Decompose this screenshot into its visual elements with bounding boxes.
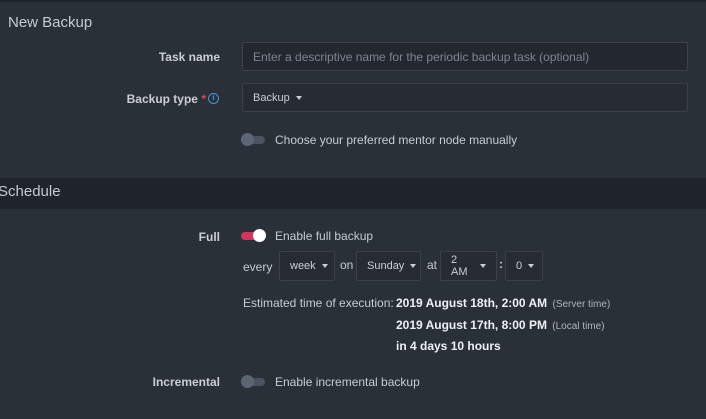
toggle-knob xyxy=(241,375,254,388)
local-time-note: (Local time) xyxy=(552,321,605,332)
incremental-label: Incremental xyxy=(152,375,220,389)
at-text: at xyxy=(427,258,438,272)
backup-type-select[interactable]: Backup xyxy=(242,83,688,112)
toggle-knob xyxy=(241,133,254,146)
local-time-value: 2019 August 17th, 8:00 PM xyxy=(396,318,547,332)
toggle-knob xyxy=(253,229,266,242)
time-separator: : xyxy=(499,257,503,271)
task-name-input[interactable] xyxy=(242,42,688,71)
chevron-down-icon xyxy=(295,95,302,100)
chevron-down-icon xyxy=(321,264,328,268)
chevron-down-icon xyxy=(528,264,535,268)
full-label: Full xyxy=(198,230,220,244)
estimated-local-time: 2019 August 17th, 8:00 PM (Local time) xyxy=(396,318,605,332)
backup-form-page: New Backup Task name Backup type * i Bac… xyxy=(0,0,706,419)
incremental-backup-toggle-label[interactable]: Enable incremental backup xyxy=(275,375,420,389)
section-title-schedule: Schedule xyxy=(0,183,61,200)
required-mark: * xyxy=(201,92,206,106)
hour-select-value: 2 AM xyxy=(451,254,468,278)
every-text: every xyxy=(243,260,273,274)
full-backup-toggle[interactable] xyxy=(241,229,267,243)
on-text: on xyxy=(340,258,354,272)
period-select[interactable]: week xyxy=(279,251,335,281)
period-select-value: week xyxy=(290,260,316,272)
day-select-value: Sunday xyxy=(367,260,405,272)
minute-select[interactable]: 0 xyxy=(505,251,543,281)
backup-type-label-text: Backup type xyxy=(126,92,198,106)
hour-select[interactable]: 2 AM xyxy=(440,251,497,281)
info-icon[interactable]: i xyxy=(208,93,219,104)
backup-type-select-value: Backup xyxy=(253,91,290,104)
estimated-server-time: 2019 August 18th, 2:00 AM (Server time) xyxy=(396,296,610,310)
section-title-new-backup: New Backup xyxy=(8,14,93,31)
minute-select-value: 0 xyxy=(516,260,523,272)
schedule-header-band xyxy=(0,178,706,209)
incremental-backup-toggle[interactable] xyxy=(241,375,267,389)
day-select[interactable]: Sunday xyxy=(356,251,421,281)
backup-type-label: Backup type * xyxy=(80,92,206,106)
estimated-time-label: Estimated time of execution: xyxy=(243,296,394,310)
estimated-relative-time: in 4 days 10 hours xyxy=(396,339,501,353)
full-backup-toggle-label[interactable]: Enable full backup xyxy=(275,229,373,243)
task-name-label: Task name xyxy=(158,50,220,64)
top-border xyxy=(0,0,706,2)
mentor-node-toggle-label[interactable]: Choose your preferred mentor node manual… xyxy=(275,133,517,147)
server-time-value: 2019 August 18th, 2:00 AM xyxy=(396,296,548,310)
server-time-note: (Server time) xyxy=(552,299,611,310)
chevron-down-icon xyxy=(410,264,417,268)
chevron-down-icon xyxy=(480,264,486,268)
mentor-node-toggle[interactable] xyxy=(241,133,267,147)
